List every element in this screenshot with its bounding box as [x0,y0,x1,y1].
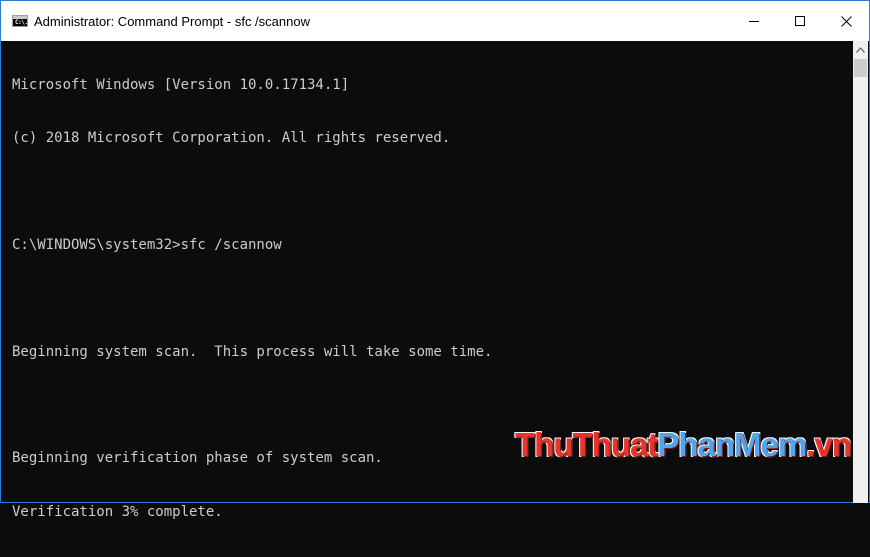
minimize-button[interactable] [731,1,777,41]
watermark-part-2: PhanMem [657,426,807,463]
watermark-logo: ThuThuatPhanMem.vn [515,426,852,464]
console-line: Beginning system scan. This process will… [12,343,493,360]
minimize-icon [749,21,759,22]
console-line: C:\WINDOWS\system32>sfc /scannow [12,236,282,253]
title-bar[interactable]: C:\. Administrator: Command Prompt - sfc… [1,1,869,41]
cmd-icon[interactable]: C:\. [12,15,28,27]
console-line: Microsoft Windows [Version 10.0.17134.1] [12,76,350,93]
cmd-icon-glyph: C:\. [15,19,28,26]
close-button[interactable] [823,1,869,41]
window-title: Administrator: Command Prompt - sfc /sca… [34,13,310,29]
maximize-icon [795,16,805,26]
watermark-part-1: ThuThuat [515,426,658,463]
command-prompt-window: C:\. Administrator: Command Prompt - sfc… [0,0,870,520]
maximize-button[interactable] [777,1,823,41]
close-icon [840,15,852,27]
chevron-up-icon [856,46,865,53]
scrollbar-thumb[interactable] [854,59,867,77]
vertical-scrollbar[interactable] [853,41,868,503]
console-line: Verification 3% complete. [12,503,223,520]
console-line: (c) 2018 Microsoft Corporation. All righ… [12,129,451,146]
window-controls [731,1,869,41]
scroll-up-button[interactable] [853,41,868,58]
watermark-part-3: .vn [806,426,852,463]
